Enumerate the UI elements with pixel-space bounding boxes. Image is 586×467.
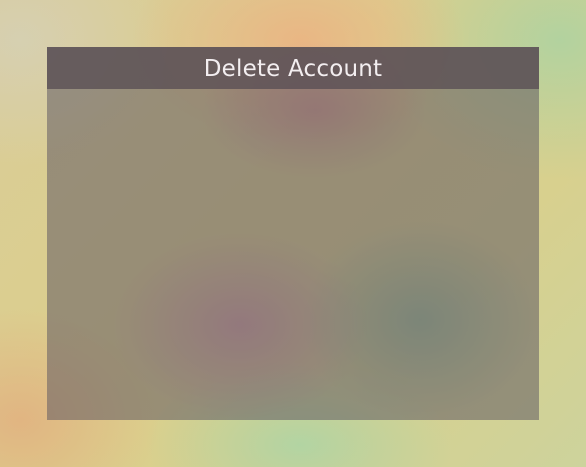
dialog-title: Delete Account bbox=[203, 56, 383, 82]
dialog-body bbox=[47, 89, 539, 420]
delete-account-dialog: Delete Account bbox=[47, 47, 539, 420]
dialog-header: Delete Account bbox=[47, 47, 539, 89]
